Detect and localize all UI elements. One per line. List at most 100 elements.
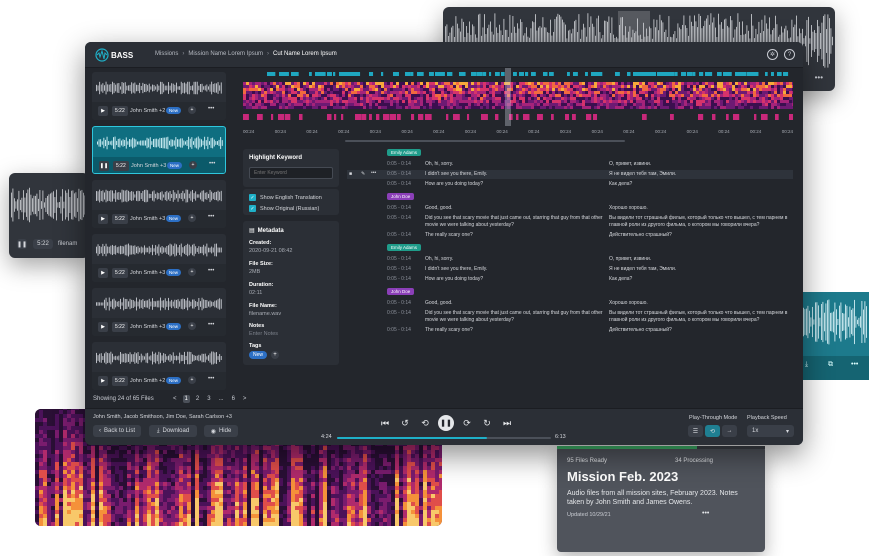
spectrogram-cell [167, 514, 171, 518]
spectrogram-cell [525, 85, 528, 88]
play-button[interactable]: ❚❚ [99, 161, 109, 171]
spectrogram-cell [331, 446, 335, 450]
pause-button[interactable]: ❚❚ [17, 239, 27, 249]
wave-bar [150, 247, 152, 253]
spectrogram-cell [255, 522, 259, 526]
spectrogram-cell [299, 498, 303, 502]
wave-bar [100, 353, 102, 363]
spectrogram-cell [67, 446, 71, 450]
file-card[interactable]: ❚❚ 5:22 John Smith +3 New + ••• [92, 126, 226, 174]
page-link[interactable]: > [241, 395, 249, 403]
spectrogram-cell [119, 470, 123, 474]
spectrogram-cell [131, 506, 135, 510]
spectrogram-cell [439, 506, 442, 510]
spectrogram-cell [383, 462, 387, 466]
spectrogram-cell [423, 466, 427, 470]
copy-icon[interactable]: ⧉ [828, 361, 833, 369]
add-icon[interactable]: + [188, 106, 196, 114]
file-card[interactable]: ▶ 5:22 John Smith +3 New + ••• [92, 234, 226, 282]
more-menu-icon[interactable]: ••• [208, 106, 214, 112]
page-link[interactable]: 1 [182, 395, 190, 403]
wave-bar [180, 138, 182, 148]
page-link[interactable]: 3 [205, 395, 212, 403]
file-card[interactable]: ▶ 5:22 John Smith +2 New + ••• [92, 72, 226, 120]
spectrogram-cell [183, 522, 187, 526]
spectrogram-cell [393, 103, 396, 106]
spectrogram-cell [111, 450, 115, 454]
spectrogram-cell [267, 510, 271, 514]
spectrogram-cell [179, 454, 183, 458]
mission-card[interactable]: 95 Files Ready 34 Processing Mission Feb… [557, 446, 765, 552]
spectrogram-cell [79, 482, 83, 486]
spectrogram-cell [183, 486, 187, 490]
spectrogram-cell [354, 97, 357, 100]
add-icon[interactable]: + [188, 268, 196, 276]
play-button[interactable]: ▶ [98, 214, 108, 224]
spectrogram-cell [171, 446, 175, 450]
page-link[interactable]: 6 [230, 395, 237, 403]
spectrogram-cell [195, 510, 199, 514]
breadcrumb: Missions › Mission Name Lorem Ipsum › Cu… [155, 51, 337, 57]
spectrogram-cell [297, 85, 300, 88]
spectrogram-cell [420, 106, 423, 109]
more-menu-icon[interactable]: ••• [208, 268, 214, 274]
wave-bar [179, 193, 181, 199]
spectrogram-cell [383, 494, 387, 498]
spectrogram-cell [99, 450, 103, 454]
spectrogram-cell [439, 458, 442, 462]
spectrogram-cell [183, 482, 187, 486]
spectrogram-cell [275, 450, 279, 454]
spectrogram-cell [39, 466, 43, 470]
wave-bar [160, 247, 161, 253]
file-card[interactable]: ▶ 5:22 John Smith +3 New + ••• [92, 180, 226, 228]
page-link[interactable]: ... [217, 395, 226, 403]
play-button[interactable]: ▶ [98, 106, 108, 116]
spectrogram-cell [267, 514, 271, 518]
settings-icon[interactable]: ✲ [767, 49, 778, 60]
app-logo[interactable]: BASS [95, 48, 133, 62]
spectrogram-cell [411, 82, 414, 85]
page-link[interactable]: 2 [194, 395, 201, 403]
add-icon[interactable]: + [188, 376, 196, 384]
spectrogram-cell [347, 454, 351, 458]
more-menu-icon[interactable]: ••• [851, 361, 858, 368]
spectrogram-cell [251, 518, 255, 522]
more-menu-icon[interactable]: ••• [702, 510, 709, 517]
add-icon[interactable]: + [189, 161, 197, 169]
breadcrumb-missions[interactable]: Missions [155, 51, 178, 57]
spectrogram-cell [453, 106, 456, 109]
spectrogram-cell [167, 498, 171, 502]
spectrogram-cell [439, 446, 442, 450]
spectrogram-cell [311, 514, 315, 518]
play-button[interactable]: ▶ [98, 322, 108, 332]
more-menu-icon[interactable]: ••• [208, 214, 214, 220]
spectrogram-cell [151, 482, 155, 486]
spectrogram-cell [355, 486, 359, 490]
spectrogram-cell [227, 498, 231, 502]
spectrogram-cell [255, 97, 258, 100]
file-card[interactable]: ▶ 5:22 John Smith +3 New + ••• [92, 288, 226, 336]
spectrogram-cell [319, 486, 323, 490]
speech-segment [393, 72, 399, 76]
spectrogram-cell [107, 502, 111, 506]
breadcrumb-mission[interactable]: Mission Name Lorem Ipsum [188, 51, 263, 57]
page-link[interactable]: < [171, 395, 179, 403]
play-button[interactable]: ▶ [98, 268, 108, 278]
more-menu-icon[interactable]: ••• [209, 161, 215, 167]
spectrogram-cell [215, 494, 219, 498]
spectrogram-cell [333, 88, 336, 91]
help-icon[interactable]: ? [784, 49, 795, 60]
file-card[interactable]: ▶ 5:22 John Smith +2 New + ••• [92, 342, 226, 390]
spectrogram-cell [51, 498, 55, 502]
spectrogram-cell [279, 97, 282, 100]
play-button[interactable]: ▶ [98, 376, 108, 386]
spectrogram-cell [183, 518, 187, 522]
add-icon[interactable]: + [188, 322, 196, 330]
download-icon[interactable]: ⤓ [805, 361, 808, 369]
more-menu-icon[interactable]: ••• [208, 322, 214, 328]
more-menu-icon[interactable]: ••• [208, 376, 214, 382]
add-icon[interactable]: + [188, 214, 196, 222]
spectrogram-cell [343, 454, 347, 458]
wave-bar [117, 138, 119, 148]
more-menu-icon[interactable]: ••• [815, 73, 823, 82]
